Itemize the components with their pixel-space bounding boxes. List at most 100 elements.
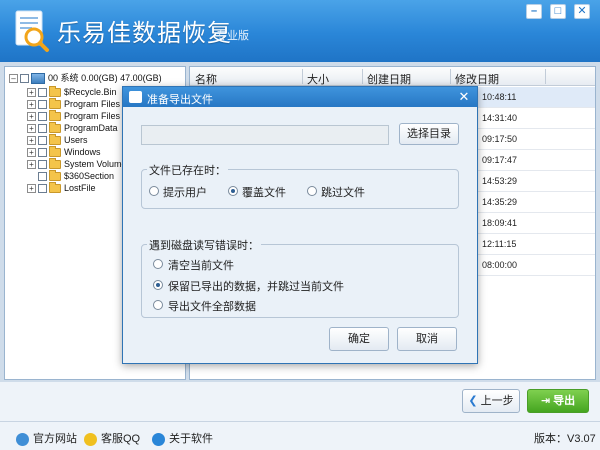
about-label: 关于软件: [169, 433, 213, 445]
checkbox[interactable]: [38, 160, 47, 170]
modified-time-cell: 10:48:11: [482, 92, 517, 102]
dialog-title-bar[interactable]: 准备导出文件 ✕: [123, 87, 477, 107]
tree-root[interactable]: – 00 系统 0.00(GB) 47.00(GB): [9, 72, 162, 85]
status-bar: 官方网站 客服QQ 关于软件 版本：V3.07: [0, 421, 600, 450]
modified-time-cell: 08:00:00: [482, 260, 518, 270]
column-created-header[interactable]: 创建日期: [367, 71, 411, 87]
clear-current-file-radio[interactable]: [153, 259, 163, 269]
export-all-data-radio[interactable]: [153, 300, 163, 310]
column-divider[interactable]: [302, 69, 303, 84]
modified-time-cell: 14:31:40: [482, 113, 518, 123]
dialog-title: 准备导出文件: [147, 94, 213, 106]
tree-item[interactable]: + LostFile: [27, 182, 96, 194]
tree-item[interactable]: + Windows: [27, 146, 101, 158]
back-arrow-icon: ❮: [468, 395, 478, 407]
folder-icon: [49, 122, 61, 134]
checkbox[interactable]: [38, 172, 47, 182]
minimize-button[interactable]: –: [526, 4, 542, 19]
column-size-header[interactable]: 大小: [307, 71, 329, 87]
official-website-link[interactable]: 官方网站: [16, 430, 77, 446]
column-divider[interactable]: [545, 69, 546, 84]
checkbox[interactable]: [38, 148, 47, 158]
column-name-header[interactable]: 名称: [195, 71, 217, 87]
export-label: 导出: [553, 395, 576, 407]
choose-directory-button[interactable]: 选择目录: [399, 123, 459, 145]
close-button[interactable]: ✕: [574, 4, 590, 19]
support-qq-label: 客服QQ: [101, 433, 141, 445]
prompt-user-label[interactable]: 提示用户: [163, 184, 207, 200]
tree-item-label: $Recycle.Bin: [64, 87, 117, 97]
column-divider[interactable]: [450, 69, 451, 84]
checkbox[interactable]: [38, 100, 47, 110]
checkbox[interactable]: [38, 88, 47, 98]
overwrite-file-label[interactable]: 覆盖文件: [242, 184, 286, 200]
modified-time-cell: 09:17:50: [482, 134, 518, 144]
modified-time-cell: 12:11:15: [482, 239, 517, 249]
skip-file-label[interactable]: 跳过文件: [321, 184, 365, 200]
cancel-button[interactable]: 取消: [397, 327, 457, 351]
modified-time-cell: 14:53:29: [482, 176, 518, 186]
expand-icon[interactable]: +: [27, 88, 36, 98]
expand-icon[interactable]: +: [27, 184, 36, 194]
checkbox[interactable]: [38, 112, 47, 122]
tree-item-label: Users: [64, 135, 88, 145]
column-divider[interactable]: [362, 69, 363, 84]
tree-item-label: Windows: [64, 147, 101, 157]
export-all-data-label[interactable]: 导出文件全部数据: [168, 298, 256, 314]
drive-name: 系统: [60, 73, 79, 83]
tree-item[interactable]: + Program Files: [27, 98, 120, 110]
tree-item[interactable]: + $Recycle.Bin: [27, 86, 117, 98]
modified-time-cell: 18:09:41: [482, 218, 518, 228]
file-exists-label: 文件已存在时：: [147, 162, 228, 178]
qq-icon: [84, 432, 97, 446]
keep-exported-data-radio[interactable]: [153, 280, 163, 290]
collapse-icon[interactable]: –: [9, 74, 18, 84]
keep-exported-data-label[interactable]: 保留已导出的数据，并跳过当前文件: [168, 278, 344, 294]
export-button[interactable]: ⇥ 导出: [527, 389, 589, 413]
folder-icon: [49, 110, 61, 122]
modified-time-cell: 09:17:47: [482, 155, 518, 165]
expand-icon[interactable]: +: [27, 124, 36, 134]
checkbox[interactable]: [38, 136, 47, 146]
export-path-input[interactable]: [141, 125, 389, 145]
drive-used: 0.00(GB): [81, 73, 118, 83]
drive-total: 47.00(GB): [120, 73, 162, 83]
folder-icon: [49, 98, 61, 110]
app-edition: 专业版: [216, 30, 249, 42]
folder-icon: [49, 86, 61, 98]
prompt-user-radio[interactable]: [149, 186, 159, 196]
about-link[interactable]: 关于软件: [152, 430, 213, 446]
dialog-close-button[interactable]: ✕: [457, 89, 471, 104]
previous-step-button[interactable]: ❮ 上一步: [462, 389, 520, 413]
export-icon: ⇥: [540, 395, 551, 407]
folder-icon: [49, 134, 61, 146]
expand-icon[interactable]: +: [27, 100, 36, 110]
column-modified-header[interactable]: 修改日期: [455, 71, 499, 87]
previous-step-label: 上一步: [480, 395, 514, 407]
tree-item[interactable]: $360Section: [38, 170, 114, 182]
support-qq-link[interactable]: 客服QQ: [84, 430, 140, 446]
drive-icon: [31, 73, 45, 85]
folder-icon: [49, 146, 61, 158]
expand-icon[interactable]: +: [27, 136, 36, 146]
ok-button[interactable]: 确定: [329, 327, 389, 351]
skip-file-radio[interactable]: [307, 186, 317, 196]
checkbox[interactable]: [38, 124, 47, 134]
checkbox[interactable]: [38, 184, 47, 194]
tree-item[interactable]: + Users: [27, 134, 88, 146]
restore-button[interactable]: □: [550, 4, 566, 19]
tree-item[interactable]: + ProgramData: [27, 122, 118, 134]
expand-icon[interactable]: +: [27, 160, 36, 170]
app-title: 乐易佳数据恢复: [57, 19, 232, 47]
clear-current-file-label[interactable]: 清空当前文件: [168, 257, 234, 273]
tree-item-label: Program Files: [64, 99, 121, 109]
info-icon: [152, 432, 165, 446]
overwrite-file-radio[interactable]: [228, 186, 238, 196]
export-dialog: 准备导出文件 ✕ 选择目录 文件已存在时： 提示用户 覆盖文件 跳过文件 遇到磁…: [122, 86, 478, 364]
expand-icon[interactable]: +: [27, 112, 36, 122]
ie-icon: [16, 432, 29, 446]
version-label: 版本：: [534, 433, 567, 445]
app-header: 乐易佳数据恢复 专业版 – □ ✕: [0, 0, 600, 62]
expand-icon[interactable]: +: [27, 148, 36, 158]
checkbox[interactable]: [20, 74, 29, 84]
